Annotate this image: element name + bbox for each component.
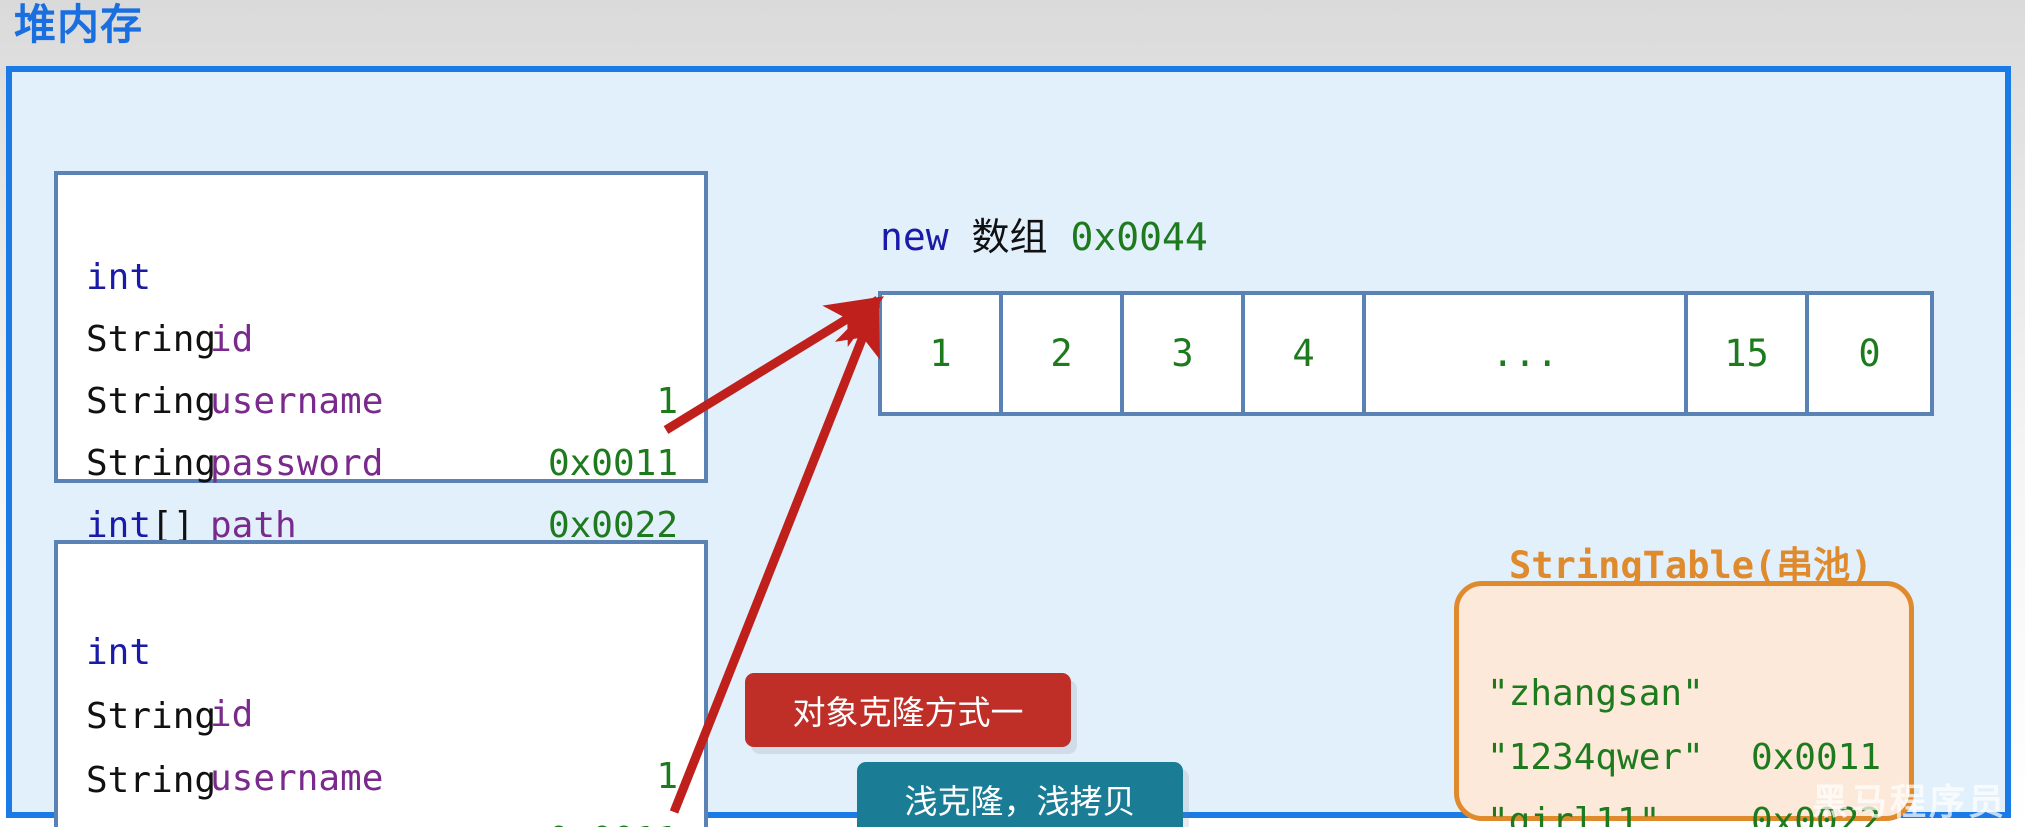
- array-label: new 数组 0x0044: [880, 218, 1208, 256]
- array-address: 0x0044: [1070, 215, 1208, 259]
- array-cell-ellipsis: ...: [1366, 295, 1688, 412]
- page-title: 堆内存: [14, 0, 144, 49]
- array-cell: 3: [1124, 295, 1245, 412]
- object-field-row: String username 0x0011: [58, 247, 704, 484]
- array-cell: 1: [882, 295, 1003, 412]
- stringtable-row: "1234qwer" 0x0022: [1459, 662, 1909, 827]
- diagram-canvas: 堆内存 int id 1 String username 0x0011 Stri…: [0, 0, 2025, 827]
- object-field-row: int[] data 0x0044: [58, 816, 704, 827]
- object-field-row: int id 1: [58, 560, 704, 797]
- stringtable-literal: "girl11": [1487, 801, 1661, 827]
- badge-shallow-clone: 浅克隆，浅拷贝: [857, 762, 1183, 827]
- object-field-row: String password 0x0022: [58, 688, 704, 827]
- object-field-row: String path 0x0033: [58, 752, 704, 827]
- watermark: 黑马程序员: [1811, 782, 2007, 823]
- object-field-list: int id 1 String username 0x0011 String p…: [58, 544, 704, 827]
- array-table: 1 2 3 4 ... 15 0: [878, 291, 1934, 416]
- object-field-row: String password 0x0022: [58, 309, 704, 546]
- array-cell: 2: [1003, 295, 1124, 412]
- array-cell: 4: [1245, 295, 1366, 412]
- array-word: 数组: [971, 215, 1048, 259]
- badge-clone-method: 对象克隆方式一: [745, 673, 1071, 747]
- object-field-list: int id 1 String username 0x0011 String p…: [58, 175, 704, 670]
- object-box-original: int id 1 String username 0x0011 String p…: [54, 171, 708, 670]
- object-field-row: String path 0x0033: [58, 371, 704, 608]
- object-field-row: String username 0x0011: [58, 624, 704, 827]
- array-cell: 0: [1809, 295, 1930, 412]
- heap-memory-panel: int id 1 String username 0x0011 String p…: [6, 66, 2011, 827]
- stringtable-row: "zhangsan" 0x0011: [1459, 598, 1909, 778]
- object-field-row: int[] data 0x0044: [58, 433, 704, 670]
- object-box-clone: int id 1 String username 0x0011 String p…: [54, 540, 708, 827]
- array-new-keyword: new: [880, 215, 949, 259]
- object-field-row: int id 1: [58, 185, 704, 422]
- array-cell: 15: [1688, 295, 1809, 412]
